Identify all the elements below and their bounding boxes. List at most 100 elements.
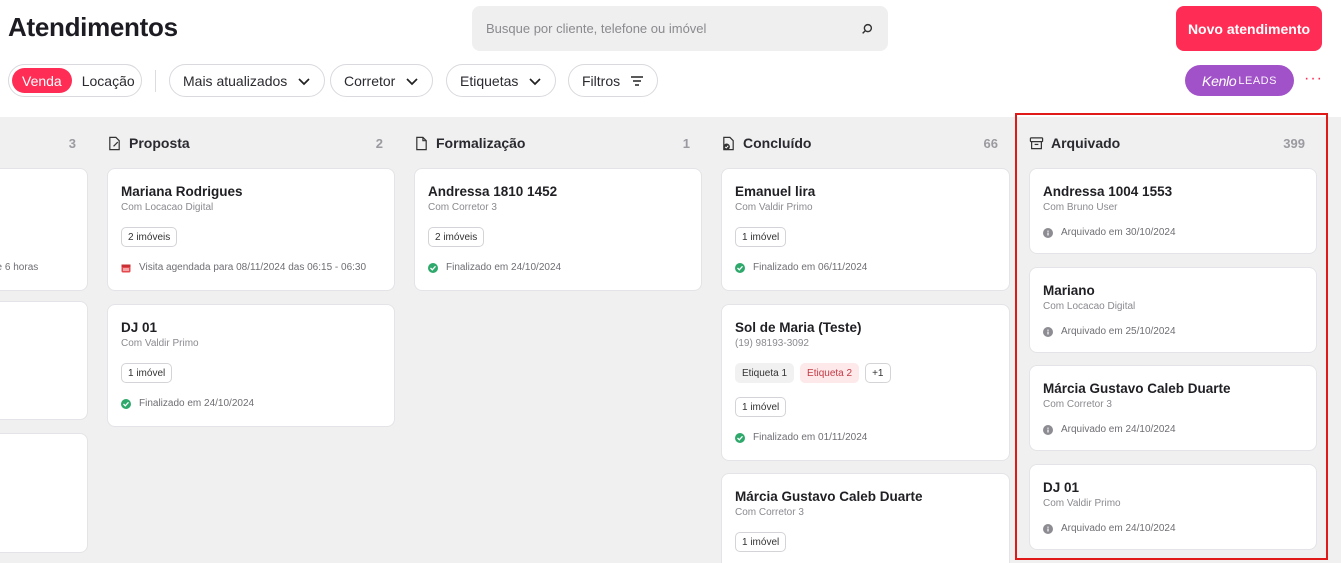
toggle-venda[interactable]: Venda: [12, 68, 72, 93]
status-text: Finalizado em 24/10/2024: [446, 262, 562, 273]
card-status: Finalizado em 24/10/2024: [428, 262, 561, 273]
info-icon: [1043, 227, 1053, 238]
card-name: Andressa 1810 1452: [428, 184, 558, 199]
lead-card[interactable]: Mariana Rodrigues Com Locacao Digital 2 …: [107, 168, 395, 291]
lead-card[interactable]: DJ 01 Com Valdir Primo 1 imóvel Finaliza…: [107, 304, 395, 427]
filters-label: Filtros: [582, 72, 621, 89]
card-status: Finalizado em 06/11/2024: [735, 262, 867, 273]
column-title: Formalização: [436, 135, 526, 151]
filters-button[interactable]: Filtros: [568, 64, 659, 97]
toggle-locacao[interactable]: Locação: [72, 68, 145, 93]
card-broker: Com Locacao Digital: [121, 202, 214, 213]
status-text: Visita agendada para 08/11/2024 das 06:1…: [139, 262, 367, 273]
document-check-icon: [723, 136, 734, 150]
kenlo-logo: Kenlo: [1202, 72, 1237, 89]
card-name: Mariano: [1043, 283, 1095, 298]
card-name: Márcia Gustavo Caleb Duarte: [1043, 381, 1231, 396]
card-broker: Com Corretor 3: [1043, 399, 1112, 410]
more-options-icon[interactable]: ···: [1304, 70, 1323, 88]
card-status: Finalizado em 01/11/2024: [735, 432, 867, 443]
column-proposta: Proposta 2 Mariana Rodrigues Com Locacao…: [107, 117, 395, 563]
card-tags: 1 imóvel: [121, 363, 173, 383]
new-service-button[interactable]: Novo atendimento: [1176, 6, 1322, 51]
card-name: Mariana Rodrigues: [121, 184, 243, 199]
column-count: 3: [68, 135, 76, 151]
status-text: Finalizado em 06/11/2024: [753, 262, 868, 273]
kenlo-leads-button[interactable]: Kenlo LEADS: [1185, 65, 1294, 96]
card-name: DJ 01: [1043, 480, 1080, 495]
lead-card[interactable]: Márcia Gustavo Caleb Duarte Com Corretor…: [1029, 365, 1317, 451]
lead-card[interactable]: DJ 01 Com Valdir Primo Arquivado em 24/1…: [1029, 464, 1317, 550]
card-name: DJ 01: [121, 320, 158, 335]
column-concluido: Concluído 66 Emanuel lira Com Valdir Pri…: [721, 117, 1010, 563]
sort-label: Mais atualizados: [183, 72, 288, 89]
column-count: 399: [1283, 135, 1305, 151]
check-circle-icon: [735, 262, 745, 273]
archive-box-icon: [1029, 136, 1044, 149]
status-text: Arquivado em 30/10/2024: [1061, 227, 1176, 238]
column-count: 1: [682, 135, 690, 151]
column-header: Proposta 2: [107, 133, 395, 153]
card-tags: 2 imóveis: [121, 227, 178, 247]
more-labels-badge[interactable]: +1: [865, 363, 891, 383]
status-text: Finalizado em 24/10/2024: [139, 398, 255, 409]
card-broker: Com Valdir Primo: [1043, 498, 1121, 509]
card-name: Sol de Maria (Teste): [735, 320, 862, 335]
status-text: Arquivado em 25/10/2024: [1061, 326, 1176, 337]
column-arquivado: Arquivado 399 Andressa 1004 1553 Com Bru…: [1029, 117, 1317, 563]
labels-dropdown[interactable]: Etiquetas: [446, 64, 557, 97]
document-edit-icon: [109, 136, 120, 150]
lead-card[interactable]: [0, 433, 88, 553]
card-status: Visita agendada para 08/11/2024 das 06:1…: [121, 262, 366, 273]
search-icon[interactable]: [860, 22, 874, 36]
info-icon: [1043, 523, 1053, 534]
search-box[interactable]: [472, 6, 888, 51]
card-broker: Com Corretor 3: [735, 507, 804, 518]
lead-card[interactable]: Emanuel lira Com Valdir Primo 1 imóvel F…: [721, 168, 1010, 291]
lead-card[interactable]: [0, 301, 88, 420]
labels-label: Etiquetas: [460, 72, 519, 89]
status-text: Arquivado em 24/10/2024: [1061, 424, 1176, 435]
card-tags: 1 imóvel: [735, 227, 787, 247]
check-circle-icon: [121, 398, 131, 409]
card-phone: (19) 98193-3092: [735, 338, 809, 349]
card-status: Arquivado em 30/10/2024: [1043, 227, 1176, 238]
top-bar: Atendimentos Novo atendimento Venda Loca…: [0, 0, 1341, 117]
card-broker: Com Valdir Primo: [735, 202, 813, 213]
status-text: Arquivado em 24/10/2024: [1061, 523, 1176, 534]
column-partial: 3 de 6 horas: [0, 117, 88, 563]
card-tags: 1 imóvel: [735, 397, 787, 417]
card-tags: 2 imóveis: [428, 227, 485, 247]
column-formalizacao: Formalização 1 Andressa 1810 1452 Com Co…: [414, 117, 702, 563]
info-icon: [1043, 424, 1053, 435]
card-labels: Etiqueta 1 Etiqueta 2 +1: [735, 363, 891, 383]
card-status: Arquivado em 25/10/2024: [1043, 326, 1176, 337]
sort-dropdown[interactable]: Mais atualizados: [169, 64, 326, 97]
lead-card[interactable]: de 6 horas: [0, 168, 88, 291]
lead-card[interactable]: Andressa 1004 1553 Com Bruno User Arquiv…: [1029, 168, 1317, 254]
property-count-badge: 2 imóveis: [428, 227, 485, 247]
broker-label: Corretor: [344, 72, 396, 89]
card-status: Arquivado em 24/10/2024: [1043, 424, 1176, 435]
check-circle-icon: [735, 432, 745, 443]
card-name: Márcia Gustavo Caleb Duarte: [735, 489, 923, 504]
card-status: Finalizado em 24/10/2024: [121, 398, 254, 409]
column-header: Concluído 66: [721, 133, 1010, 153]
check-circle-icon: [428, 262, 438, 273]
calendar-icon: [121, 263, 131, 273]
deal-type-toggle[interactable]: Venda Locação: [8, 64, 142, 97]
lead-card[interactable]: Mariano Com Locacao Digital Arquivado em…: [1029, 267, 1317, 353]
broker-dropdown[interactable]: Corretor: [330, 64, 434, 97]
lead-card[interactable]: Sol de Maria (Teste) (19) 98193-3092 Eti…: [721, 304, 1010, 461]
card-status: Arquivado em 24/10/2024: [1043, 523, 1176, 534]
card-broker: Com Bruno User: [1043, 202, 1118, 213]
card-broker: Com Valdir Primo: [121, 338, 199, 349]
chevron-down-icon: [406, 77, 418, 85]
card-broker: Com Corretor 3: [428, 202, 497, 213]
property-count-badge: 1 imóvel: [735, 397, 787, 417]
chevron-down-icon: [529, 77, 541, 85]
search-input[interactable]: [486, 21, 860, 36]
lead-card[interactable]: Márcia Gustavo Caleb Duarte Com Corretor…: [721, 473, 1010, 563]
property-count-badge: 2 imóveis: [121, 227, 178, 247]
lead-card[interactable]: Andressa 1810 1452 Com Corretor 3 2 imóv…: [414, 168, 702, 291]
